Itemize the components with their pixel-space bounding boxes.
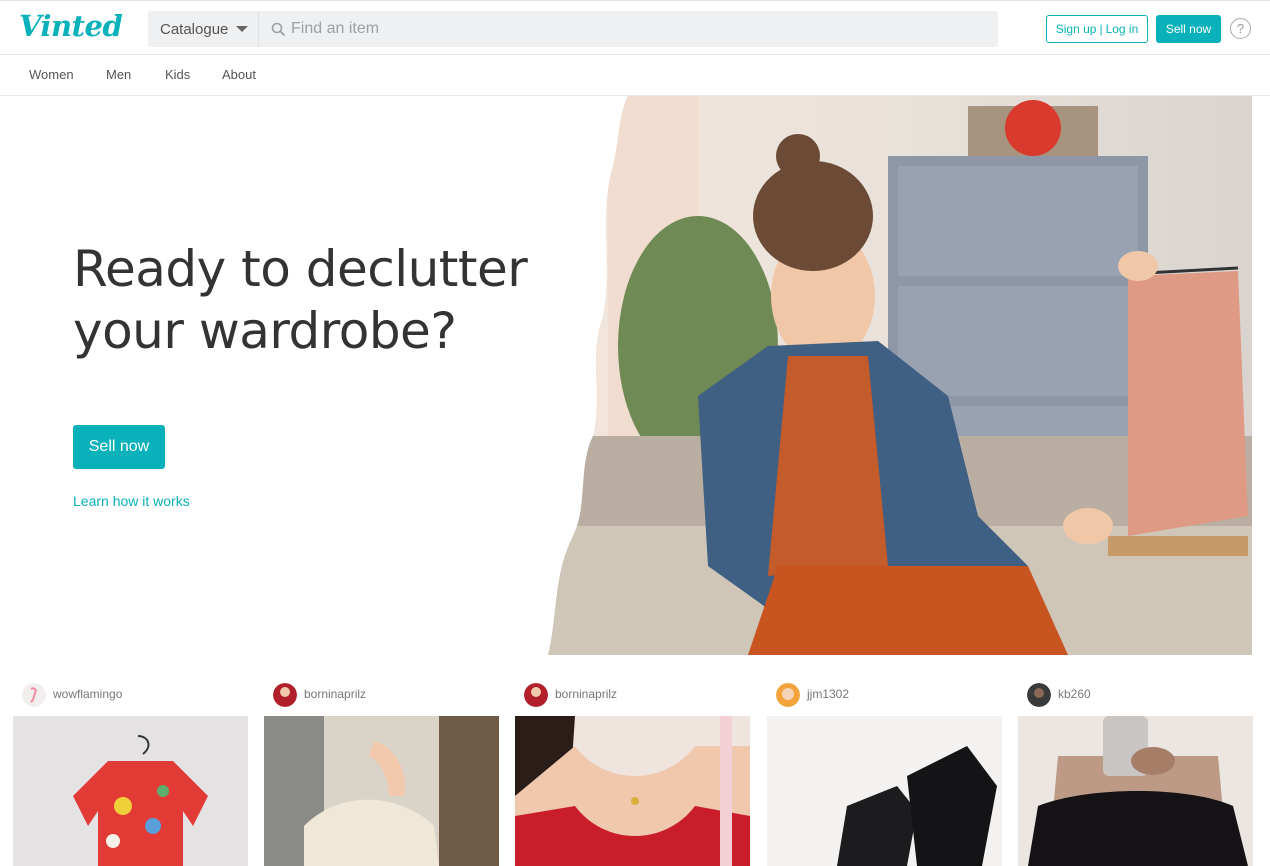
search-icon [271,22,285,36]
avatar[interactable] [1027,683,1051,707]
username[interactable]: borninaprilz [304,687,366,701]
avatar[interactable] [524,683,548,707]
hero-title: Ready to declutter your wardrobe? [73,238,528,362]
hero-title-line1: Ready to declutter [73,240,528,298]
chevron-down-icon [236,26,249,32]
item-photo[interactable] [767,716,1002,866]
nav-item-about[interactable]: About [222,67,256,82]
item-photo[interactable] [13,716,248,866]
hero-sell-now-button[interactable]: Sell now [73,425,165,469]
feed-card[interactable]: jjm1302 [767,680,1002,866]
nav-item-kids[interactable]: Kids [165,67,190,82]
search-bar: Catalogue [148,11,998,47]
header-sell-now-button[interactable]: Sell now [1156,15,1221,43]
nav-item-women[interactable]: Women [29,67,74,82]
feed-card[interactable]: wowflamingo [13,680,248,866]
item-photo[interactable] [264,716,499,866]
feed-card[interactable]: borninaprilz [515,680,750,866]
catalogue-dropdown[interactable]: Catalogue [148,11,259,47]
avatar[interactable] [22,683,46,707]
nav-item-men[interactable]: Men [106,67,131,82]
username[interactable]: kb260 [1058,687,1091,701]
hero-title-line2: your wardrobe? [73,302,457,360]
login-link[interactable]: Log in [1106,22,1139,36]
feed-card[interactable]: borninaprilz [264,680,499,866]
category-nav: Women Men Kids About [0,55,1270,96]
vinted-logo[interactable]: Vinted [19,9,123,43]
signup-login-button[interactable]: Sign up | Log in [1046,15,1148,43]
top-header: Vinted Catalogue Sign up | Log in Sell n… [0,0,1270,55]
hero-photo [548,96,1252,655]
learn-how-it-works-link[interactable]: Learn how it works [73,493,190,509]
item-photo[interactable] [1018,716,1253,866]
catalogue-label: Catalogue [160,20,229,38]
username[interactable]: jjm1302 [807,687,849,701]
item-photo[interactable] [515,716,750,866]
avatar[interactable] [776,683,800,707]
search-input[interactable] [291,11,981,47]
feed-card[interactable]: kb260 [1018,680,1253,866]
signup-link[interactable]: Sign up [1056,22,1097,36]
username[interactable]: wowflamingo [53,687,122,701]
help-icon[interactable]: ? [1230,18,1251,39]
avatar[interactable] [273,683,297,707]
separator: | [1099,22,1103,36]
username[interactable]: borninaprilz [555,687,617,701]
hero-banner: Ready to declutter your wardrobe? Sell n… [0,96,1270,656]
item-feed: wowflamingo borninaprilz borninaprilz jj… [0,680,1270,866]
